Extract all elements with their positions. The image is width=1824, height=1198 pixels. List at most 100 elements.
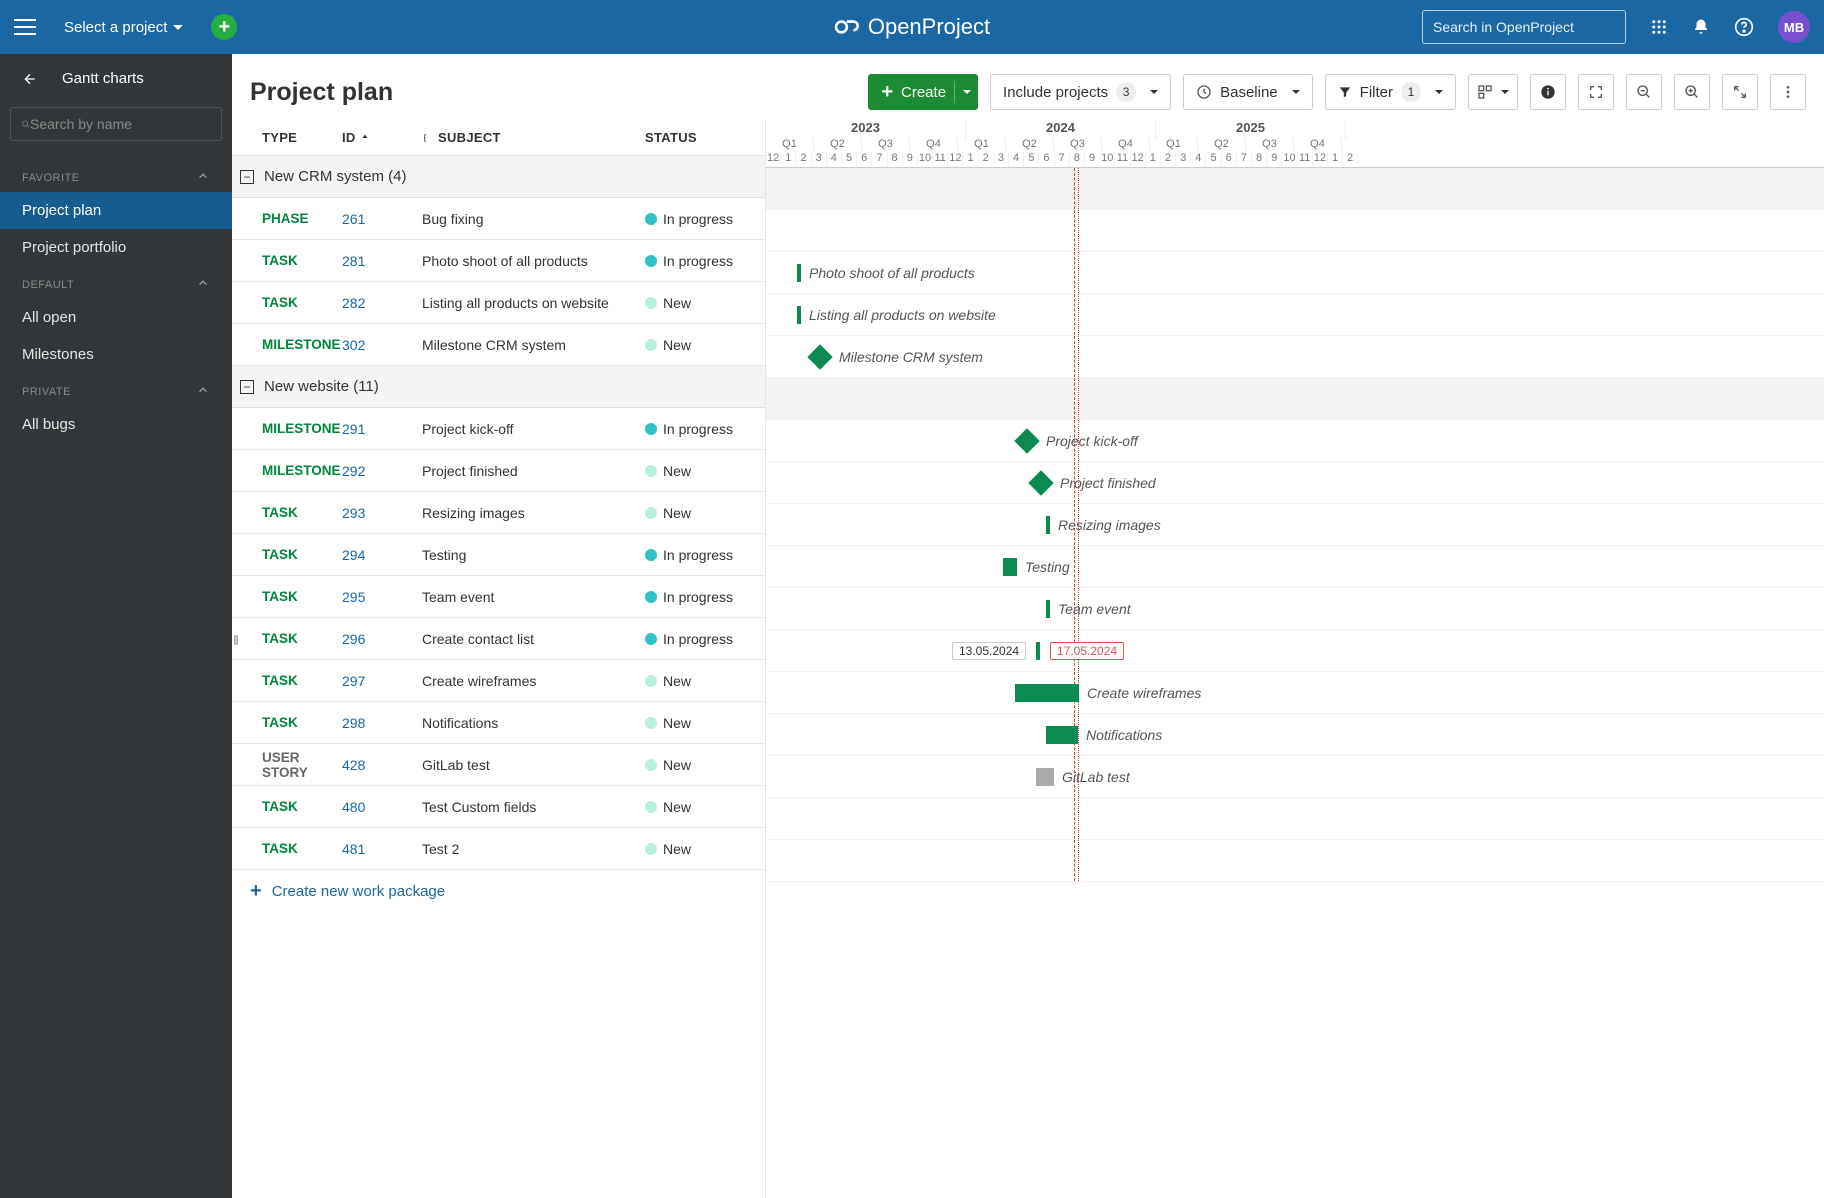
cell-id[interactable]: 296 <box>342 631 422 647</box>
fullscreen-button[interactable] <box>1722 74 1758 110</box>
table-row[interactable]: MILESTONE292Project finishedNew <box>232 450 765 492</box>
zoom-fit-button[interactable] <box>1578 74 1614 110</box>
table-row[interactable]: TASK480Test Custom fieldsNew <box>232 786 765 828</box>
include-projects-button[interactable]: Include projects 3 <box>990 74 1171 110</box>
cell-id[interactable]: 292 <box>342 463 422 479</box>
apps-icon[interactable] <box>1650 18 1668 36</box>
table-row[interactable]: TASK293Resizing imagesNew <box>232 492 765 534</box>
cell-id[interactable]: 428 <box>342 757 422 773</box>
cell-id[interactable]: 302 <box>342 337 422 353</box>
group-row[interactable]: −New website (11) <box>232 366 765 408</box>
table-row[interactable]: PHASE261Bug fixingIn progress <box>232 198 765 240</box>
gantt-element[interactable]: Testing <box>1003 558 1070 576</box>
gantt-milestone[interactable] <box>1014 428 1039 453</box>
bell-icon[interactable] <box>1692 18 1710 36</box>
cell-subject[interactable]: Project kick-off <box>422 421 645 437</box>
gantt-element[interactable]: Team event <box>1046 600 1131 618</box>
table-row[interactable]: TASK481Test 2New <box>232 828 765 870</box>
cell-subject[interactable]: Test Custom fields <box>422 799 645 815</box>
col-subject-header[interactable]: SUBJECT <box>422 130 645 145</box>
table-row[interactable]: TASK297Create wireframesNew <box>232 660 765 702</box>
sidebar-section-header[interactable]: PRIVATE <box>0 373 232 406</box>
cell-id[interactable]: 480 <box>342 799 422 815</box>
cell-subject[interactable]: Test 2 <box>422 841 645 857</box>
cell-type: USER STORY <box>232 750 342 780</box>
quick-add-button[interactable]: + <box>211 14 237 40</box>
filter-button[interactable]: Filter 1 <box>1325 74 1456 110</box>
sidebar-search[interactable] <box>10 107 222 141</box>
back-nav[interactable]: Gantt charts <box>0 70 232 99</box>
info-button[interactable] <box>1530 74 1566 110</box>
cell-subject[interactable]: Create wireframes <box>422 673 645 689</box>
zoom-out-button[interactable] <box>1626 74 1662 110</box>
gantt-element[interactable]: Resizing images <box>1046 516 1161 534</box>
global-search[interactable] <box>1422 10 1626 44</box>
gantt-milestone[interactable] <box>1028 470 1053 495</box>
sidebar-section-header[interactable]: DEFAULT <box>0 266 232 299</box>
help-icon[interactable] <box>1734 17 1754 37</box>
cell-id[interactable]: 291 <box>342 421 422 437</box>
table-row[interactable]: TASK294TestingIn progress <box>232 534 765 576</box>
cell-id[interactable]: 282 <box>342 295 422 311</box>
gantt-element[interactable]: GitLab test <box>1036 768 1130 786</box>
gantt-label: Listing all products on website <box>809 307 996 323</box>
collapse-icon[interactable]: − <box>240 380 254 394</box>
table-row[interactable]: TASK296Create contact listIn progress <box>232 618 765 660</box>
cell-subject[interactable]: Team event <box>422 589 645 605</box>
cell-subject[interactable]: GitLab test <box>422 757 645 773</box>
gantt-element[interactable]: Create wireframes <box>1015 684 1201 702</box>
sidebar-section-header[interactable]: FAVORITE <box>0 159 232 192</box>
gantt-milestone[interactable] <box>807 344 832 369</box>
cell-id[interactable]: 293 <box>342 505 422 521</box>
cell-subject[interactable]: Resizing images <box>422 505 645 521</box>
avatar[interactable]: MB <box>1778 11 1810 43</box>
sidebar-resize-handle[interactable]: ‖ <box>232 626 240 654</box>
table-row[interactable]: MILESTONE291Project kick-offIn progress <box>232 408 765 450</box>
project-selector[interactable]: Select a project <box>64 19 183 36</box>
sidebar-item[interactable]: All open <box>0 299 232 336</box>
table-row[interactable]: USER STORY428GitLab testNew <box>232 744 765 786</box>
cell-id[interactable]: 295 <box>342 589 422 605</box>
zoom-in-button[interactable] <box>1674 74 1710 110</box>
gantt-element[interactable]: Notifications <box>1046 726 1162 744</box>
more-button[interactable] <box>1770 74 1806 110</box>
sidebar-search-input[interactable] <box>30 116 211 132</box>
cell-id[interactable]: 281 <box>342 253 422 269</box>
table-row[interactable]: TASK298NotificationsNew <box>232 702 765 744</box>
cell-subject[interactable]: Photo shoot of all products <box>422 253 645 269</box>
cell-id[interactable]: 261 <box>342 211 422 227</box>
search-input[interactable] <box>1433 19 1614 35</box>
sidebar-item[interactable]: Project plan <box>0 192 232 229</box>
baseline-button[interactable]: Baseline <box>1183 74 1313 110</box>
sidebar-item[interactable]: Project portfolio <box>0 229 232 266</box>
cell-subject[interactable]: Milestone CRM system <box>422 337 645 353</box>
gantt-element[interactable]: Photo shoot of all products <box>797 264 975 282</box>
table-row[interactable]: MILESTONE302Milestone CRM systemNew <box>232 324 765 366</box>
gantt-element[interactable]: Listing all products on website <box>797 306 996 324</box>
cell-id[interactable]: 298 <box>342 715 422 731</box>
table-row[interactable]: TASK282Listing all products on websiteNe… <box>232 282 765 324</box>
cell-id[interactable]: 294 <box>342 547 422 563</box>
settings-dropdown-button[interactable] <box>1468 74 1518 110</box>
group-row[interactable]: −New CRM system (4) <box>232 156 765 198</box>
table-row[interactable]: TASK295Team eventIn progress <box>232 576 765 618</box>
cell-subject[interactable]: Listing all products on website <box>422 295 645 311</box>
cell-subject[interactable]: Create contact list <box>422 631 645 647</box>
table-row[interactable]: TASK281Photo shoot of all productsIn pro… <box>232 240 765 282</box>
cell-id[interactable]: 481 <box>342 841 422 857</box>
create-button[interactable]: + Create <box>868 74 978 110</box>
gantt-element[interactable] <box>1036 642 1040 660</box>
cell-subject[interactable]: Bug fixing <box>422 211 645 227</box>
cell-subject[interactable]: Project finished <box>422 463 645 479</box>
col-status-header[interactable]: STATUS <box>645 130 765 145</box>
sidebar-item[interactable]: Milestones <box>0 336 232 373</box>
cell-id[interactable]: 297 <box>342 673 422 689</box>
sidebar-item[interactable]: All bugs <box>0 406 232 443</box>
menu-icon[interactable] <box>14 19 36 35</box>
create-work-package-link[interactable]: + Create new work package <box>232 870 765 913</box>
col-type-header[interactable]: TYPE <box>232 130 342 145</box>
cell-subject[interactable]: Notifications <box>422 715 645 731</box>
collapse-icon[interactable]: − <box>240 170 254 184</box>
col-id-header[interactable]: ID <box>342 130 422 145</box>
cell-subject[interactable]: Testing <box>422 547 645 563</box>
